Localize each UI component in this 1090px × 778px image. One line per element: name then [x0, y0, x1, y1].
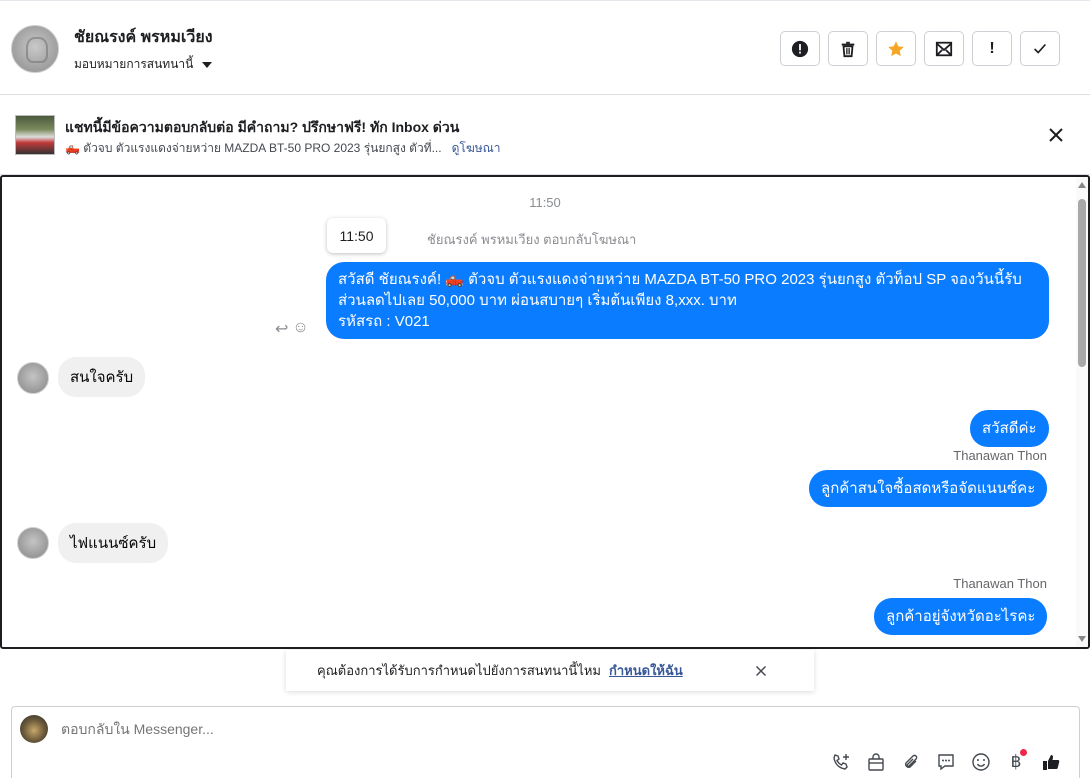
- message-line: ส่วนลดไปเลย 50,000 บาท ผ่อนสบายๆ เริ่มต้…: [338, 292, 737, 309]
- message-thread[interactable]: 11:50 11:50 ชัยณรงค์ พรหมเวียง ตอบกลับโฆ…: [0, 175, 1090, 649]
- assign-to-me-link[interactable]: กำหนดให้ฉัน: [609, 660, 683, 681]
- composer-toolbar: ฿: [830, 749, 1062, 773]
- contact-avatar-small: [17, 527, 49, 559]
- contact-name[interactable]: ชัยณรงค์ พรหมเวียง: [74, 25, 213, 50]
- ad-thumbnail[interactable]: [15, 115, 55, 155]
- thread-timestamp: 11:50: [529, 195, 561, 210]
- ad-reply-label: ชัยณรงค์ พรหมเวียง ตอบกลับโฆษณา: [427, 232, 637, 247]
- paperclip-icon[interactable]: [900, 751, 922, 773]
- message-bubble-outgoing[interactable]: ลูกค้าสนใจซื้อสดหรือจัดแนนซ์คะ: [809, 470, 1048, 507]
- star-button[interactable]: [876, 31, 916, 66]
- conversation-header: ชัยณรงค์ พรหมเวียง มอบหมายการสนทนานี้ !: [0, 0, 1090, 95]
- view-ad-link[interactable]: ดูโฆษณา: [452, 139, 501, 158]
- caret-down-icon: [202, 61, 213, 68]
- reply-input[interactable]: [61, 721, 761, 737]
- contact-avatar-small: [17, 362, 49, 394]
- add-contact-icon[interactable]: [830, 751, 852, 773]
- check-icon: [1034, 43, 1047, 54]
- mark-done-button[interactable]: [1020, 31, 1060, 66]
- message-bubble-outgoing[interactable]: ลูกค้าอยู่จังหวัดอะไรคะ: [874, 598, 1048, 635]
- contact-avatar[interactable]: [11, 25, 59, 73]
- close-icon[interactable]: [752, 662, 770, 680]
- close-icon[interactable]: [1046, 125, 1066, 145]
- mark-spam-button[interactable]: [780, 31, 820, 66]
- baht-icon[interactable]: ฿: [1005, 749, 1027, 773]
- star-icon: [888, 40, 904, 56]
- delete-button[interactable]: [828, 31, 868, 66]
- reply-composer: ฿: [11, 706, 1080, 778]
- emoji-icon[interactable]: [970, 751, 992, 773]
- page-avatar: [20, 715, 48, 743]
- scroll-down-arrow-icon[interactable]: [1078, 636, 1086, 642]
- react-emoji-icon[interactable]: ☺: [292, 319, 308, 339]
- ad-title: แชทนี้มีข้อความตอบกลับต่อ มีคำถาม? ปรึกษ…: [65, 119, 460, 135]
- message-bubble-outgoing[interactable]: สวัสดี ชัยณรงค์! 🛻 ตัวจบ ตัวแรงแดงจ่ายหว…: [326, 262, 1049, 339]
- reminder-text: คุณต้องการได้รับการกำหนดไปยังการสนทนานี้…: [317, 663, 601, 678]
- message-bubble-incoming[interactable]: ไฟแนนซ์ครับ: [58, 523, 169, 563]
- scroll-thumb[interactable]: [1078, 199, 1086, 367]
- trash-icon: [841, 41, 855, 57]
- message-bubble-incoming[interactable]: สนใจครับ: [58, 357, 146, 397]
- reply-icon[interactable]: ↩: [275, 319, 288, 339]
- ad-context-bar: แชทนี้มีข้อความตอบกลับต่อ มีคำถาม? ปรึกษ…: [0, 95, 1090, 175]
- follow-up-button[interactable]: !: [972, 31, 1012, 66]
- ad-subtitle: 🛻 ตัวจบ ตัวแรงแดงจ่ายหว่าย MAZDA BT-50 P…: [65, 141, 442, 155]
- sender-name: Thanawan Thon: [953, 576, 1047, 591]
- time-tooltip: 11:50: [327, 218, 386, 253]
- assign-dropdown[interactable]: มอบหมายการสนทนานี้: [74, 55, 213, 74]
- message-line: สวัสดี ชัยณรงค์! 🛻 ตัวจบ ตัวแรงแดงจ่ายหว…: [338, 271, 1022, 288]
- header-actions: !: [780, 31, 1060, 66]
- mark-unread-button[interactable]: [924, 31, 964, 66]
- notification-dot: [1020, 749, 1027, 756]
- message-tools: ↩ ☺: [275, 319, 309, 339]
- message-bubble-outgoing[interactable]: สวัสดีค่ะ: [970, 410, 1049, 447]
- thumbs-up-icon[interactable]: [1040, 751, 1062, 773]
- exclamation-icon: !: [989, 39, 995, 57]
- sender-name: Thanawan Thon: [953, 448, 1047, 463]
- saved-reply-icon[interactable]: [935, 751, 957, 773]
- alert-circle-icon: [791, 40, 809, 57]
- scroll-up-arrow-icon[interactable]: [1078, 182, 1086, 188]
- ad-subtitle-row: 🛻 ตัวจบ ตัวแรงแดงจ่ายหว่าย MAZDA BT-50 P…: [65, 139, 501, 158]
- shopping-bag-icon[interactable]: [865, 751, 887, 773]
- scrollbar[interactable]: [1076, 177, 1088, 647]
- assign-label: มอบหมายการสนทนานี้: [74, 57, 194, 71]
- assign-reminder: คุณต้องการได้รับการกำหนดไปยังการสนทนานี้…: [286, 650, 814, 691]
- envelope-icon: [935, 41, 953, 56]
- message-line: รหัสรถ : V021: [338, 313, 430, 330]
